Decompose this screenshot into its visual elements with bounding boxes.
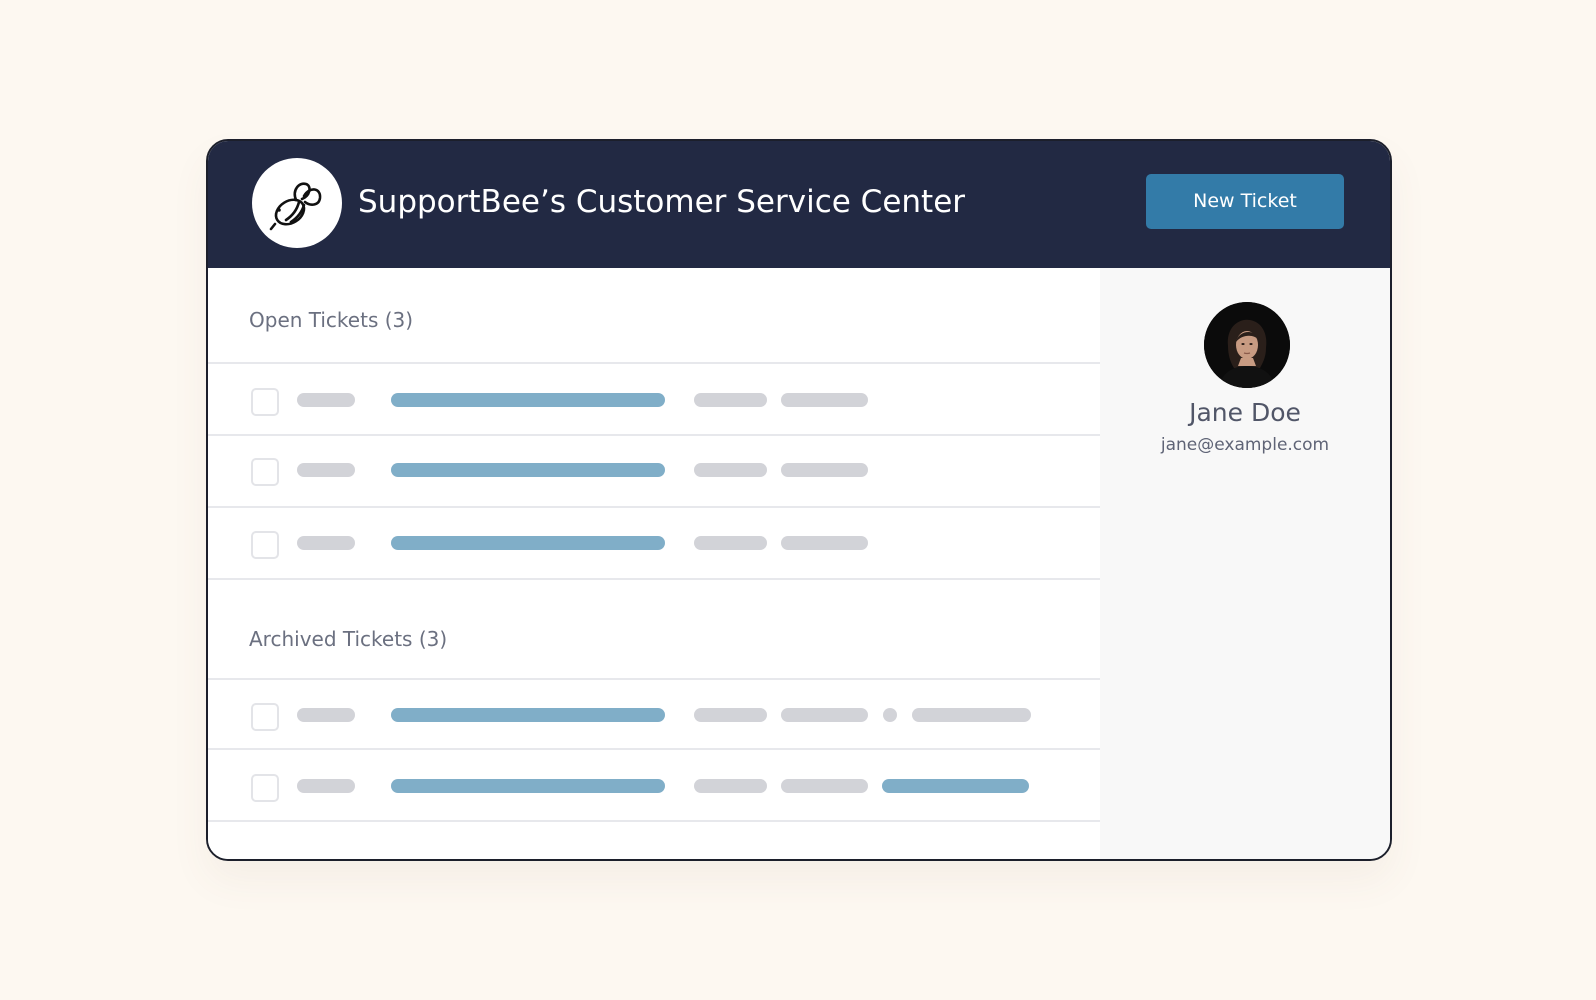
- ticket-id-placeholder: [297, 779, 355, 793]
- header-bar: SupportBee’s Customer Service Center New…: [208, 141, 1390, 268]
- archived-ticket-row-1[interactable]: [208, 680, 1100, 752]
- ticket-subject-placeholder[interactable]: [391, 463, 665, 477]
- divider: [208, 578, 1100, 580]
- ticket-meta-placeholder: [694, 708, 767, 722]
- archived-ticket-row-2[interactable]: [208, 750, 1100, 822]
- bee-icon: [269, 182, 322, 231]
- ticket-id-placeholder: [297, 463, 355, 477]
- user-sidebar: Jane Doe jane@example.com: [1100, 268, 1390, 859]
- user-name: Jane Doe: [1189, 398, 1301, 427]
- user-email: jane@example.com: [1160, 435, 1330, 455]
- ticket-meta-placeholder: [694, 779, 767, 793]
- user-avatar-icon: [1204, 302, 1290, 388]
- ticket-date-placeholder: [781, 708, 868, 722]
- logo: [252, 158, 342, 248]
- new-ticket-button[interactable]: New Ticket: [1146, 174, 1344, 229]
- ticket-list-panel: Open Tickets (3) Archived Tickets (3): [208, 268, 1100, 859]
- ticket-subject-placeholder[interactable]: [391, 708, 665, 722]
- ticket-checkbox[interactable]: [251, 531, 279, 559]
- ticket-date-placeholder: [781, 779, 868, 793]
- open-ticket-row-3[interactable]: [208, 508, 1100, 580]
- ticket-date-placeholder: [781, 536, 868, 550]
- open-ticket-row-1[interactable]: [208, 364, 1100, 436]
- ticket-id-placeholder: [297, 393, 355, 407]
- ticket-tag-placeholder: [912, 708, 1031, 722]
- open-tickets-heading: Open Tickets (3): [249, 308, 414, 332]
- ticket-date-placeholder: [781, 393, 868, 407]
- ticket-id-placeholder: [297, 536, 355, 550]
- ticket-checkbox[interactable]: [251, 388, 279, 416]
- ticket-checkbox[interactable]: [251, 774, 279, 802]
- ticket-meta-placeholder: [694, 463, 767, 477]
- divider: [208, 820, 1100, 822]
- archived-tickets-heading: Archived Tickets (3): [249, 627, 448, 651]
- page-title: SupportBee’s Customer Service Center: [358, 184, 966, 220]
- ticket-checkbox[interactable]: [251, 703, 279, 731]
- ticket-meta-placeholder: [694, 393, 767, 407]
- support-window: SupportBee’s Customer Service Center New…: [206, 139, 1392, 861]
- open-ticket-row-2[interactable]: [208, 436, 1100, 508]
- avatar[interactable]: [1204, 302, 1290, 388]
- ticket-assignee-placeholder[interactable]: [882, 779, 1029, 793]
- ticket-id-placeholder: [297, 708, 355, 722]
- ticket-meta-placeholder: [694, 536, 767, 550]
- ticket-checkbox[interactable]: [251, 458, 279, 486]
- ticket-subject-placeholder[interactable]: [391, 536, 665, 550]
- separator-dot: [883, 708, 897, 722]
- ticket-subject-placeholder[interactable]: [391, 779, 665, 793]
- ticket-date-placeholder: [781, 463, 868, 477]
- ticket-subject-placeholder[interactable]: [391, 393, 665, 407]
